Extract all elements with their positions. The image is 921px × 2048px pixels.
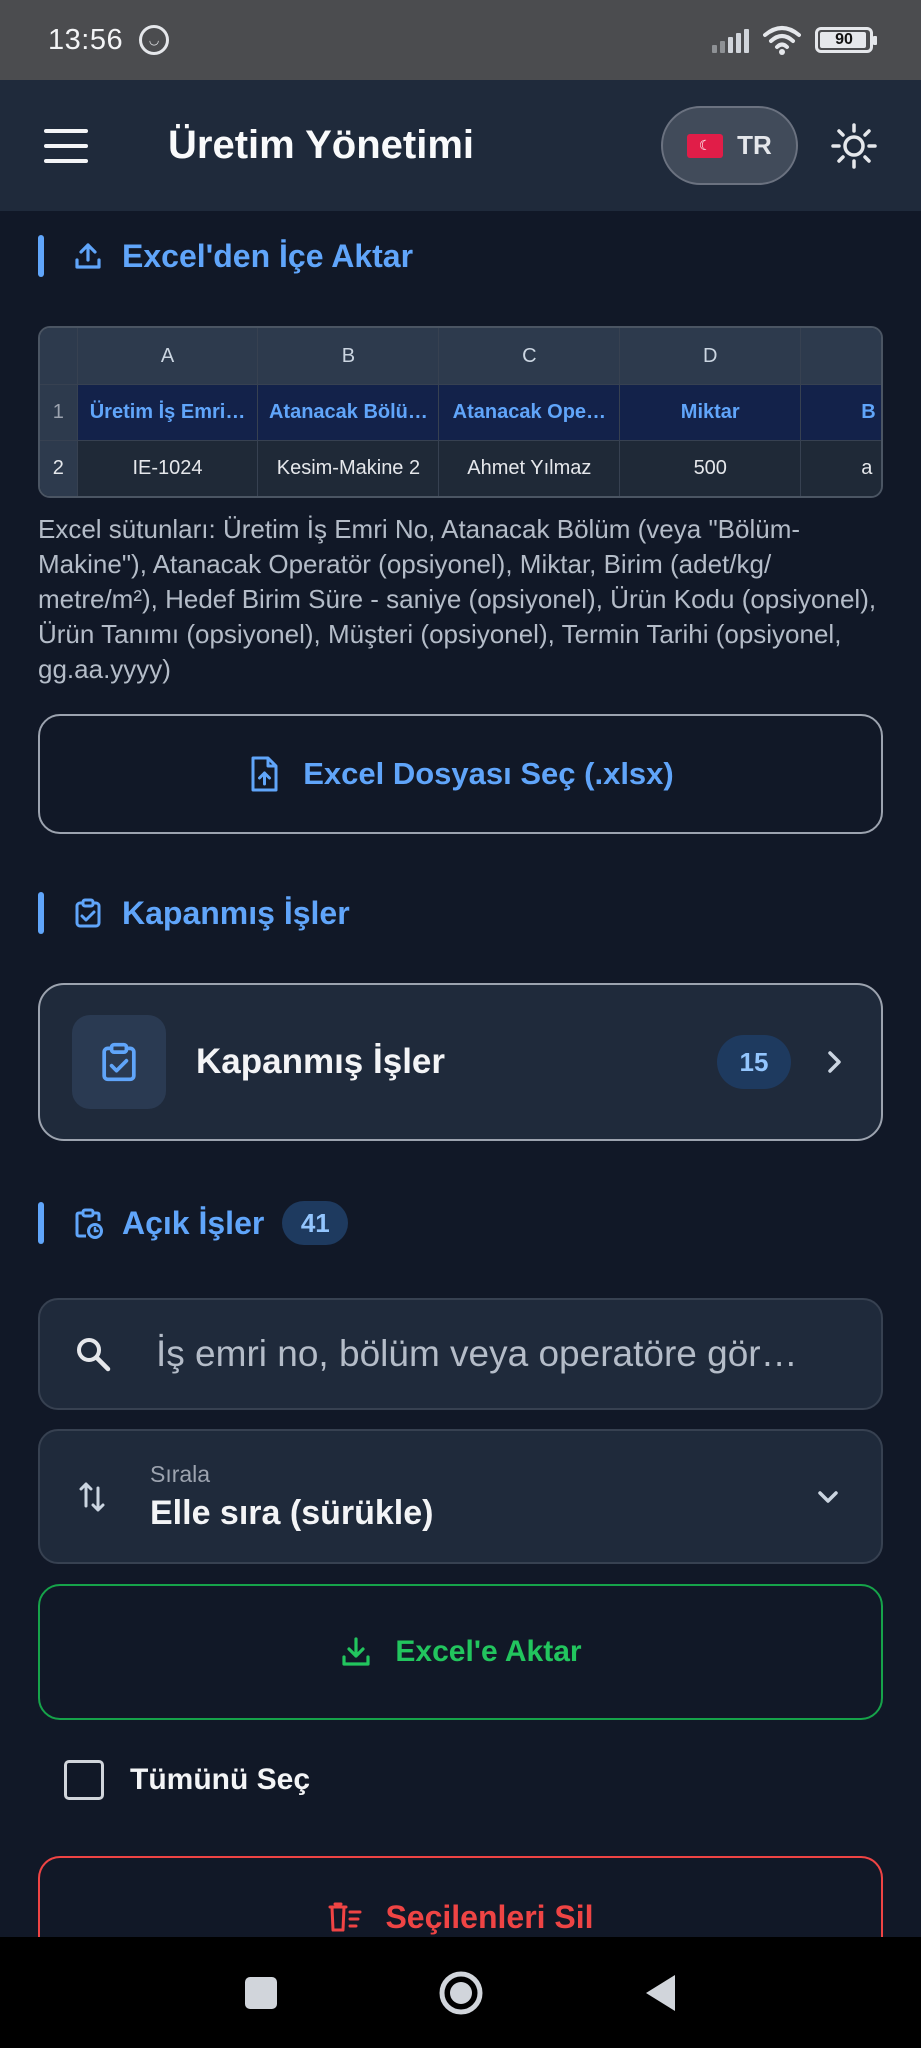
closed-jobs-title: Kapanmış İşler <box>196 1042 445 1081</box>
status-indicators: 90 <box>712 25 877 55</box>
section-title: Açık İşler <box>122 1204 265 1241</box>
closed-jobs-count-badge: 15 <box>717 1035 791 1089</box>
notification-icon: ◡ <box>139 25 170 55</box>
table-cell: B <box>861 401 876 423</box>
column-letter: A <box>78 328 259 384</box>
column-letter: B <box>258 328 440 384</box>
table-cell: IE-1024 <box>78 441 259 496</box>
column-letter: C <box>439 328 621 384</box>
chevron-right-icon <box>828 1051 841 1073</box>
section-title: Kapanmış İşler <box>122 894 350 931</box>
table-cell: Üretim İş Emri… <box>78 385 259 440</box>
table-cell: Ahmet Yılmaz <box>439 441 621 496</box>
sort-text: Sırala Elle sıra (sürükle) <box>150 1461 433 1533</box>
menu-icon[interactable] <box>44 128 88 163</box>
download-icon <box>342 1637 371 1666</box>
table-cell: Atanacak Ope… <box>439 385 621 440</box>
row-number: 2 <box>40 441 78 496</box>
status-bar: 13:56 ◡ 90 <box>0 0 921 80</box>
select-all-checkbox[interactable] <box>64 1760 104 1800</box>
section-accent-bar <box>38 235 44 277</box>
language-switcher[interactable]: ☾ TR <box>661 106 798 185</box>
clipboard-clock-icon <box>75 1208 103 1239</box>
closed-jobs-icon-box <box>72 1015 166 1109</box>
page-title: Üretim Yönetimi <box>168 123 474 167</box>
theme-toggle-sun-icon[interactable] <box>830 122 878 170</box>
signal-icon <box>712 27 749 53</box>
clipboard-check-icon <box>102 1042 136 1082</box>
table-cell: a <box>861 457 873 479</box>
table-header-row: A B C D E <box>40 328 881 384</box>
table-row: 2 IE-1024 Kesim-Makine 2 Ahmet Yılmaz 50… <box>40 440 881 496</box>
recents-icon[interactable] <box>244 1976 278 2010</box>
table-cell: 500 <box>620 441 802 496</box>
column-letter: E <box>801 328 881 384</box>
battery-level: 90 <box>835 31 853 48</box>
delete-selected-label: Seçilenleri Sil <box>385 1898 594 1935</box>
closed-jobs-card[interactable]: Kapanmış İşler 15 <box>38 983 883 1141</box>
open-section-header: Açık İşler 41 <box>38 1201 349 1245</box>
language-code: TR <box>737 130 772 160</box>
import-section-header: Excel'den İçe Aktar <box>38 234 413 278</box>
status-time: 13:56 <box>48 23 124 56</box>
open-jobs-count-badge: 41 <box>282 1201 349 1245</box>
table-row: 1 Üretim İş Emri… Atanacak Bölü… Atanaca… <box>40 384 881 440</box>
table-cell: Miktar <box>620 385 802 440</box>
chevron-down-icon <box>818 1490 838 1503</box>
turkey-flag-icon: ☾ <box>687 133 724 158</box>
home-icon[interactable] <box>438 1970 484 2016</box>
upload-icon <box>75 243 101 269</box>
excel-columns-description: Excel sütunları: Üretim İş Emri No, Atan… <box>38 514 877 684</box>
section-title: Excel'den İçe Aktar <box>122 237 414 274</box>
export-excel-label: Excel'e Aktar <box>395 1635 582 1668</box>
select-all-label: Tümünü Seç <box>130 1763 311 1796</box>
section-accent-bar <box>38 892 44 934</box>
app-bar: Üretim Yönetimi ☾ TR <box>0 80 921 211</box>
delete-list-icon <box>328 1902 362 1932</box>
column-letter: D <box>620 328 802 384</box>
table-cell: Atanacak Bölü… <box>258 385 440 440</box>
file-upload-icon <box>251 756 278 792</box>
export-excel-button[interactable]: Excel'e Aktar <box>38 1584 883 1720</box>
system-nav-bar <box>0 1937 921 2048</box>
search-input[interactable]: İş emri no, bölüm veya operatöre gör… <box>38 1298 883 1410</box>
corner-cell <box>40 328 78 384</box>
sort-value: Elle sıra (sürükle) <box>150 1493 434 1532</box>
select-excel-file-button[interactable]: Excel Dosyası Seç (.xlsx) <box>38 714 883 834</box>
battery-icon: 90 <box>815 27 877 53</box>
wifi-icon <box>763 26 801 55</box>
search-placeholder: İş emri no, bölüm veya operatöre gör… <box>156 1333 798 1374</box>
select-excel-file-label: Excel Dosyası Seç (.xlsx) <box>303 756 674 791</box>
search-icon <box>77 1338 111 1372</box>
table-cell: Kesim-Makine 2 <box>258 441 440 496</box>
closed-section-header: Kapanmış İşler <box>38 891 350 935</box>
back-icon[interactable] <box>644 1973 678 2013</box>
sort-select[interactable]: Sırala Elle sıra (sürükle) <box>38 1429 883 1564</box>
row-number: 1 <box>40 385 78 440</box>
select-all-row[interactable]: Tümünü Seç <box>64 1760 310 1800</box>
clipboard-check-icon <box>75 898 101 928</box>
sort-arrows-icon <box>79 1482 105 1511</box>
excel-preview-table: A B C D E 1 Üretim İş Emri… Atanacak Böl… <box>38 326 883 498</box>
section-accent-bar <box>38 1202 44 1244</box>
sort-label: Sırala <box>150 1460 211 1487</box>
